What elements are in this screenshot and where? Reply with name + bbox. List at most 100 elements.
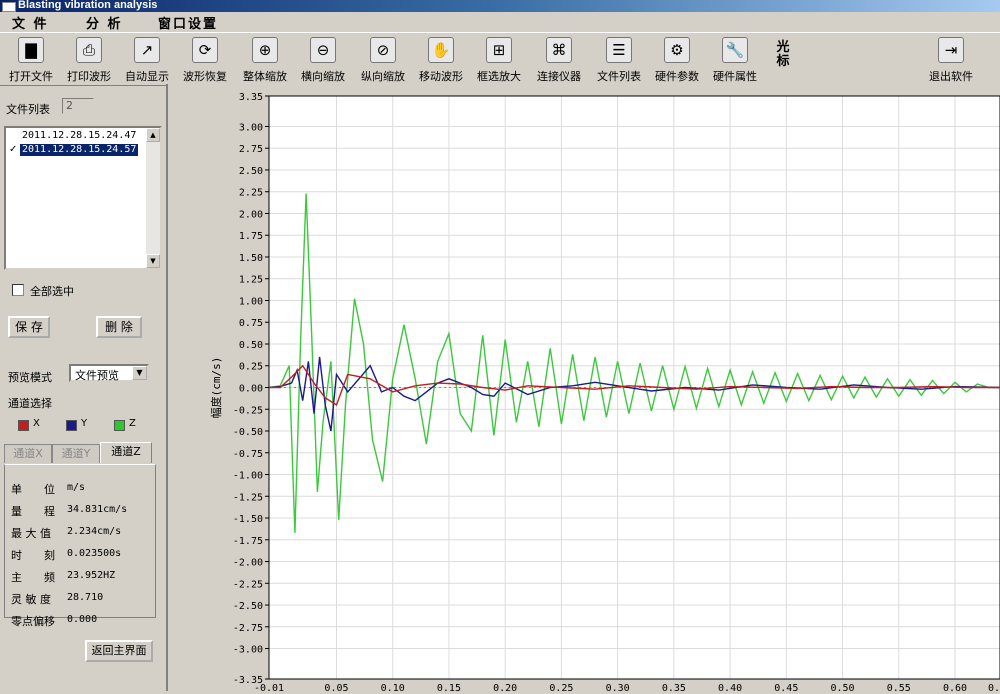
- toolbar-label: 整体缩放: [243, 70, 287, 83]
- channel-z-swatch[interactable]: [114, 420, 125, 431]
- property-value: 0.023500s: [67, 548, 122, 559]
- property-value: 28.710: [67, 592, 104, 603]
- chart-svg: 3.35 3.00 2.75 2.50 2.25 2.00 1.75 1.50 1.25 1.00…: [209, 92, 1000, 694]
- hand-icon: ✋: [428, 37, 454, 63]
- file-item[interactable]: 2011.12.28.15.24.47: [20, 130, 138, 142]
- chevron-down-icon[interactable]: ▼: [132, 366, 147, 380]
- file-item-selected[interactable]: 2011.12.28.15.24.57: [20, 144, 139, 156]
- file-count: 2: [62, 98, 94, 114]
- file-list-scrollbar[interactable]: ▲ ▼: [146, 128, 160, 268]
- y-tick-label: -2.50: [233, 601, 263, 612]
- channel-select-label: 通道选择: [8, 397, 52, 410]
- zoom-vertical-button[interactable]: ⊘ 纵向缩放: [352, 37, 414, 83]
- y-tick-label: -0.25: [233, 405, 263, 416]
- property-label: 时 刻: [11, 549, 55, 562]
- menu-analysis[interactable]: 分 析: [86, 13, 123, 32]
- property-label: 零点偏移: [11, 615, 55, 628]
- y-tick-label: 0.75: [239, 318, 263, 329]
- x-tick-label: 0.45: [774, 683, 798, 691]
- toolbar-label: 硬件参数: [655, 70, 699, 83]
- property-value: 23.952HZ: [67, 570, 116, 581]
- y-tick-label: -1.25: [233, 492, 263, 503]
- y-tick-label: -2.00: [233, 558, 263, 569]
- y-tick-label: -1.50: [233, 514, 263, 525]
- hardware-props-icon: 🔧: [722, 37, 748, 63]
- scroll-up-icon[interactable]: ▲: [146, 128, 160, 142]
- cursor-label: 标: [776, 54, 790, 69]
- toolbar-label: 连接仪器: [537, 70, 581, 83]
- channel-x-swatch[interactable]: [18, 420, 29, 431]
- select-all-checkbox[interactable]: [12, 284, 24, 296]
- printer-button[interactable]: ⎙ 打印波形: [58, 37, 120, 83]
- auto-chart-button[interactable]: ↗ 自动显示: [116, 37, 178, 83]
- property-row: 灵 敏 度 28.710: [11, 591, 103, 607]
- file-list-label: 文件列表: [6, 103, 50, 116]
- hand-button[interactable]: ✋ 移动波形: [410, 37, 472, 83]
- window-title: Blasting vibration analysis: [18, 0, 158, 11]
- left-panel: 文件列表 2 ✓ 2011.12.28.15.24.47 2011.12.28.…: [0, 84, 166, 691]
- connect-device-icon: ⌘: [546, 37, 572, 63]
- y-tick-label: 2.75: [239, 144, 263, 155]
- exit-button[interactable]: ⇥ 退出软件: [920, 37, 982, 83]
- y-tick-label: -0.50: [233, 427, 263, 438]
- property-value: m/s: [67, 482, 86, 493]
- y-tick-label: 0.25: [239, 362, 263, 373]
- property-label: 最 大 值: [11, 527, 51, 540]
- scroll-down-icon[interactable]: ▼: [146, 254, 160, 268]
- file-list-button[interactable]: ☰ 文件列表: [588, 37, 650, 83]
- hardware-params-button[interactable]: ⚙ 硬件参数: [646, 37, 708, 83]
- toolbar-label: 打印波形: [67, 70, 111, 83]
- hardware-params-icon: ⚙: [664, 37, 690, 63]
- property-row: 零点偏移 0.000: [11, 613, 97, 629]
- y-tick-label: 2.25: [239, 188, 263, 199]
- save-button[interactable]: 保 存: [8, 316, 50, 338]
- y-tick-label: 1.25: [239, 275, 263, 286]
- property-value: 2.234cm/s: [67, 526, 122, 537]
- y-axis-label: 幅度(cm/s): [209, 357, 223, 419]
- property-row: 单 位 m/s: [11, 481, 85, 497]
- cursor-button[interactable]: 光标: [752, 41, 814, 87]
- channel-y-swatch[interactable]: [66, 420, 77, 431]
- menu-file[interactable]: 文 件: [12, 13, 49, 32]
- exit-icon: ⇥: [938, 37, 964, 63]
- waveform-chart[interactable]: 3.35 3.00 2.75 2.50 2.25 2.00 1.75 1.50 1.25 1.00…: [166, 84, 1000, 694]
- restore-button[interactable]: ⟳ 波形恢复: [174, 37, 236, 83]
- box-zoom-icon: ⊞: [486, 37, 512, 63]
- menu-window-settings[interactable]: 窗口设置: [158, 13, 218, 32]
- preview-mode-select[interactable]: 文件预览 ▼: [69, 364, 149, 382]
- y-tick-label: -1.00: [233, 471, 263, 482]
- y-tick-label: -2.25: [233, 579, 263, 590]
- y-tick-label: -3.00: [233, 645, 263, 656]
- property-label: 单 位: [11, 483, 55, 496]
- connect-device-button[interactable]: ⌘ 连接仪器: [528, 37, 590, 83]
- zoom-all-button[interactable]: ⊕ 整体缩放: [234, 37, 296, 83]
- channel-y-label: Y: [81, 418, 88, 429]
- x-tick-label: 0.50: [831, 683, 855, 691]
- open-folder-icon: ▇: [18, 37, 44, 63]
- toolbar-label: 波形恢复: [183, 70, 227, 83]
- x-tick-label: 0.15: [437, 683, 461, 691]
- box-zoom-button[interactable]: ⊞ 框选放大: [468, 37, 530, 83]
- zoom-all-icon: ⊕: [252, 37, 278, 63]
- file-list-icon: ☰: [606, 37, 632, 63]
- back-to-main-button[interactable]: 返回主界面: [85, 640, 153, 662]
- file-list[interactable]: ✓ 2011.12.28.15.24.47 2011.12.28.15.24.5…: [4, 126, 162, 270]
- property-label: 主 频: [11, 571, 55, 584]
- title-bar: Blasting vibration analysis: [0, 0, 1000, 12]
- tab-channel-z[interactable]: 通道Z: [100, 442, 152, 463]
- property-row: 主 频 23.952HZ: [11, 569, 115, 585]
- toolbar-label: 文件列表: [597, 70, 641, 83]
- property-value: 34.831cm/s: [67, 504, 128, 515]
- tab-channel-y[interactable]: 通道Y: [52, 444, 100, 463]
- x-tick-label: 0.20: [493, 683, 517, 691]
- menu-bar: 文 件 分 析 窗口设置: [0, 12, 1000, 32]
- y-tick-label: -0.75: [233, 449, 263, 460]
- tab-channel-x[interactable]: 通道X: [4, 444, 52, 463]
- cursor-label: 光: [776, 40, 790, 55]
- open-folder-button[interactable]: ▇ 打开文件: [0, 37, 62, 83]
- property-row: 量 程 34.831cm/s: [11, 503, 127, 519]
- property-row: 时 刻 0.023500s: [11, 547, 121, 563]
- delete-button[interactable]: 删 除: [96, 316, 142, 338]
- zoom-horizontal-button[interactable]: ⊖ 横向缩放: [292, 37, 354, 83]
- property-row: 最 大 值 2.234cm/s: [11, 525, 121, 541]
